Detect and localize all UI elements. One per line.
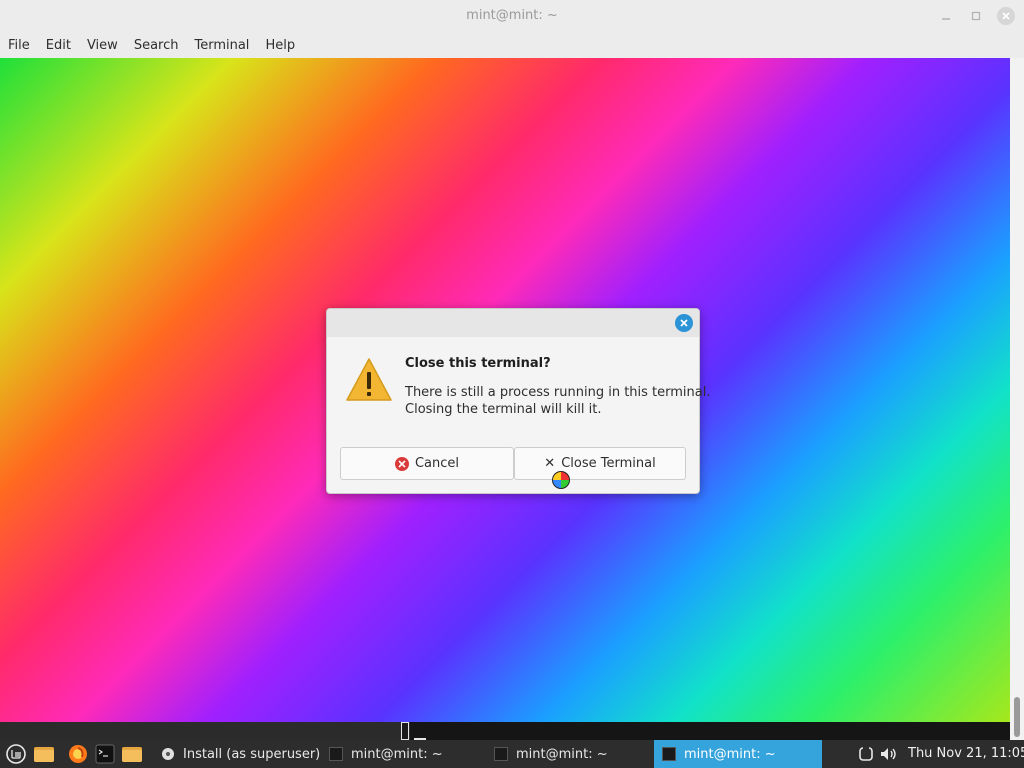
dialog-close-button[interactable]	[675, 314, 693, 332]
dialog-message: There is still a process running in this…	[405, 384, 711, 418]
maximize-button[interactable]	[966, 6, 986, 26]
cancel-label: Cancel	[414, 456, 460, 471]
tray-notifications[interactable]	[856, 744, 876, 764]
folder-launcher[interactable]	[121, 744, 143, 764]
close-icon	[680, 319, 688, 327]
close-x-icon: ✕	[544, 456, 556, 471]
taskbar-app-installer[interactable]: Install (as superuser)	[153, 740, 323, 768]
menu-search[interactable]: Search	[126, 33, 187, 58]
terminal-icon	[329, 747, 343, 761]
dialog-message-line: Closing the terminal will kill it.	[405, 402, 602, 417]
tray-volume[interactable]	[878, 744, 900, 764]
taskbar: Install (as superuser) mint@mint: ~ mint…	[0, 740, 1024, 768]
warning-icon	[346, 358, 392, 401]
firefox-launcher[interactable]	[67, 744, 89, 764]
cancel-button[interactable]: Cancel	[340, 447, 514, 480]
close-terminal-label: Close Terminal	[561, 456, 656, 471]
folder-icon	[122, 747, 142, 762]
cancel-icon	[394, 456, 409, 471]
files-launcher[interactable]	[33, 744, 55, 764]
mint-logo-icon	[6, 744, 26, 764]
taskbar-clock[interactable]: Thu Nov 21, 11:05	[908, 740, 1024, 768]
window-title: mint@mint: ~	[466, 8, 558, 23]
menu-help[interactable]: Help	[257, 33, 303, 58]
volume-icon	[881, 748, 896, 760]
close-terminal-dialog: Close this terminal? There is still a pr…	[326, 308, 711, 494]
terminal-icon	[494, 747, 508, 761]
disc-icon	[162, 748, 174, 760]
taskbar-app-label: mint@mint: ~	[516, 746, 608, 762]
dialog-header	[327, 309, 699, 337]
dialog-message-line: There is still a process running in this…	[405, 385, 711, 400]
close-icon	[1002, 12, 1010, 20]
taskbar-app-label: mint@mint: ~	[351, 746, 443, 762]
terminal-icon	[662, 747, 676, 761]
terminal-cursor	[401, 722, 409, 740]
mint-menu-button[interactable]	[5, 744, 27, 764]
terminal-icon	[95, 744, 115, 764]
menu-view[interactable]: View	[79, 33, 126, 58]
menu-edit[interactable]: Edit	[38, 33, 79, 58]
notification-icon	[859, 747, 873, 761]
taskbar-app-terminal-1[interactable]: mint@mint: ~	[321, 740, 481, 768]
scrollbar-thumb[interactable]	[1014, 697, 1020, 737]
menu-file[interactable]: File	[0, 33, 38, 58]
taskbar-app-label: Install (as superuser)	[183, 746, 321, 762]
close-window-button[interactable]	[996, 6, 1016, 26]
minimize-button[interactable]	[936, 6, 956, 26]
dialog-title: Close this terminal?	[405, 356, 551, 371]
minimize-icon	[942, 18, 950, 20]
menu-terminal[interactable]: Terminal	[186, 33, 257, 58]
terminal-bottom-strip	[410, 722, 1010, 740]
terminal-launcher[interactable]	[94, 744, 116, 764]
taskbar-app-terminal-2[interactable]: mint@mint: ~	[486, 740, 646, 768]
taskbar-app-label: mint@mint: ~	[684, 746, 776, 762]
menubar: File Edit View Search Terminal Help	[0, 33, 1024, 58]
terminal-scrollbar[interactable]	[1010, 58, 1024, 740]
busy-cursor-icon	[552, 471, 570, 489]
window-titlebar[interactable]: mint@mint: ~	[0, 0, 1024, 33]
folder-icon	[34, 747, 54, 762]
taskbar-app-terminal-3[interactable]: mint@mint: ~	[654, 740, 822, 768]
close-terminal-button[interactable]: ✕ Close Terminal	[514, 447, 686, 480]
maximize-icon	[971, 11, 981, 21]
firefox-icon	[69, 745, 87, 763]
